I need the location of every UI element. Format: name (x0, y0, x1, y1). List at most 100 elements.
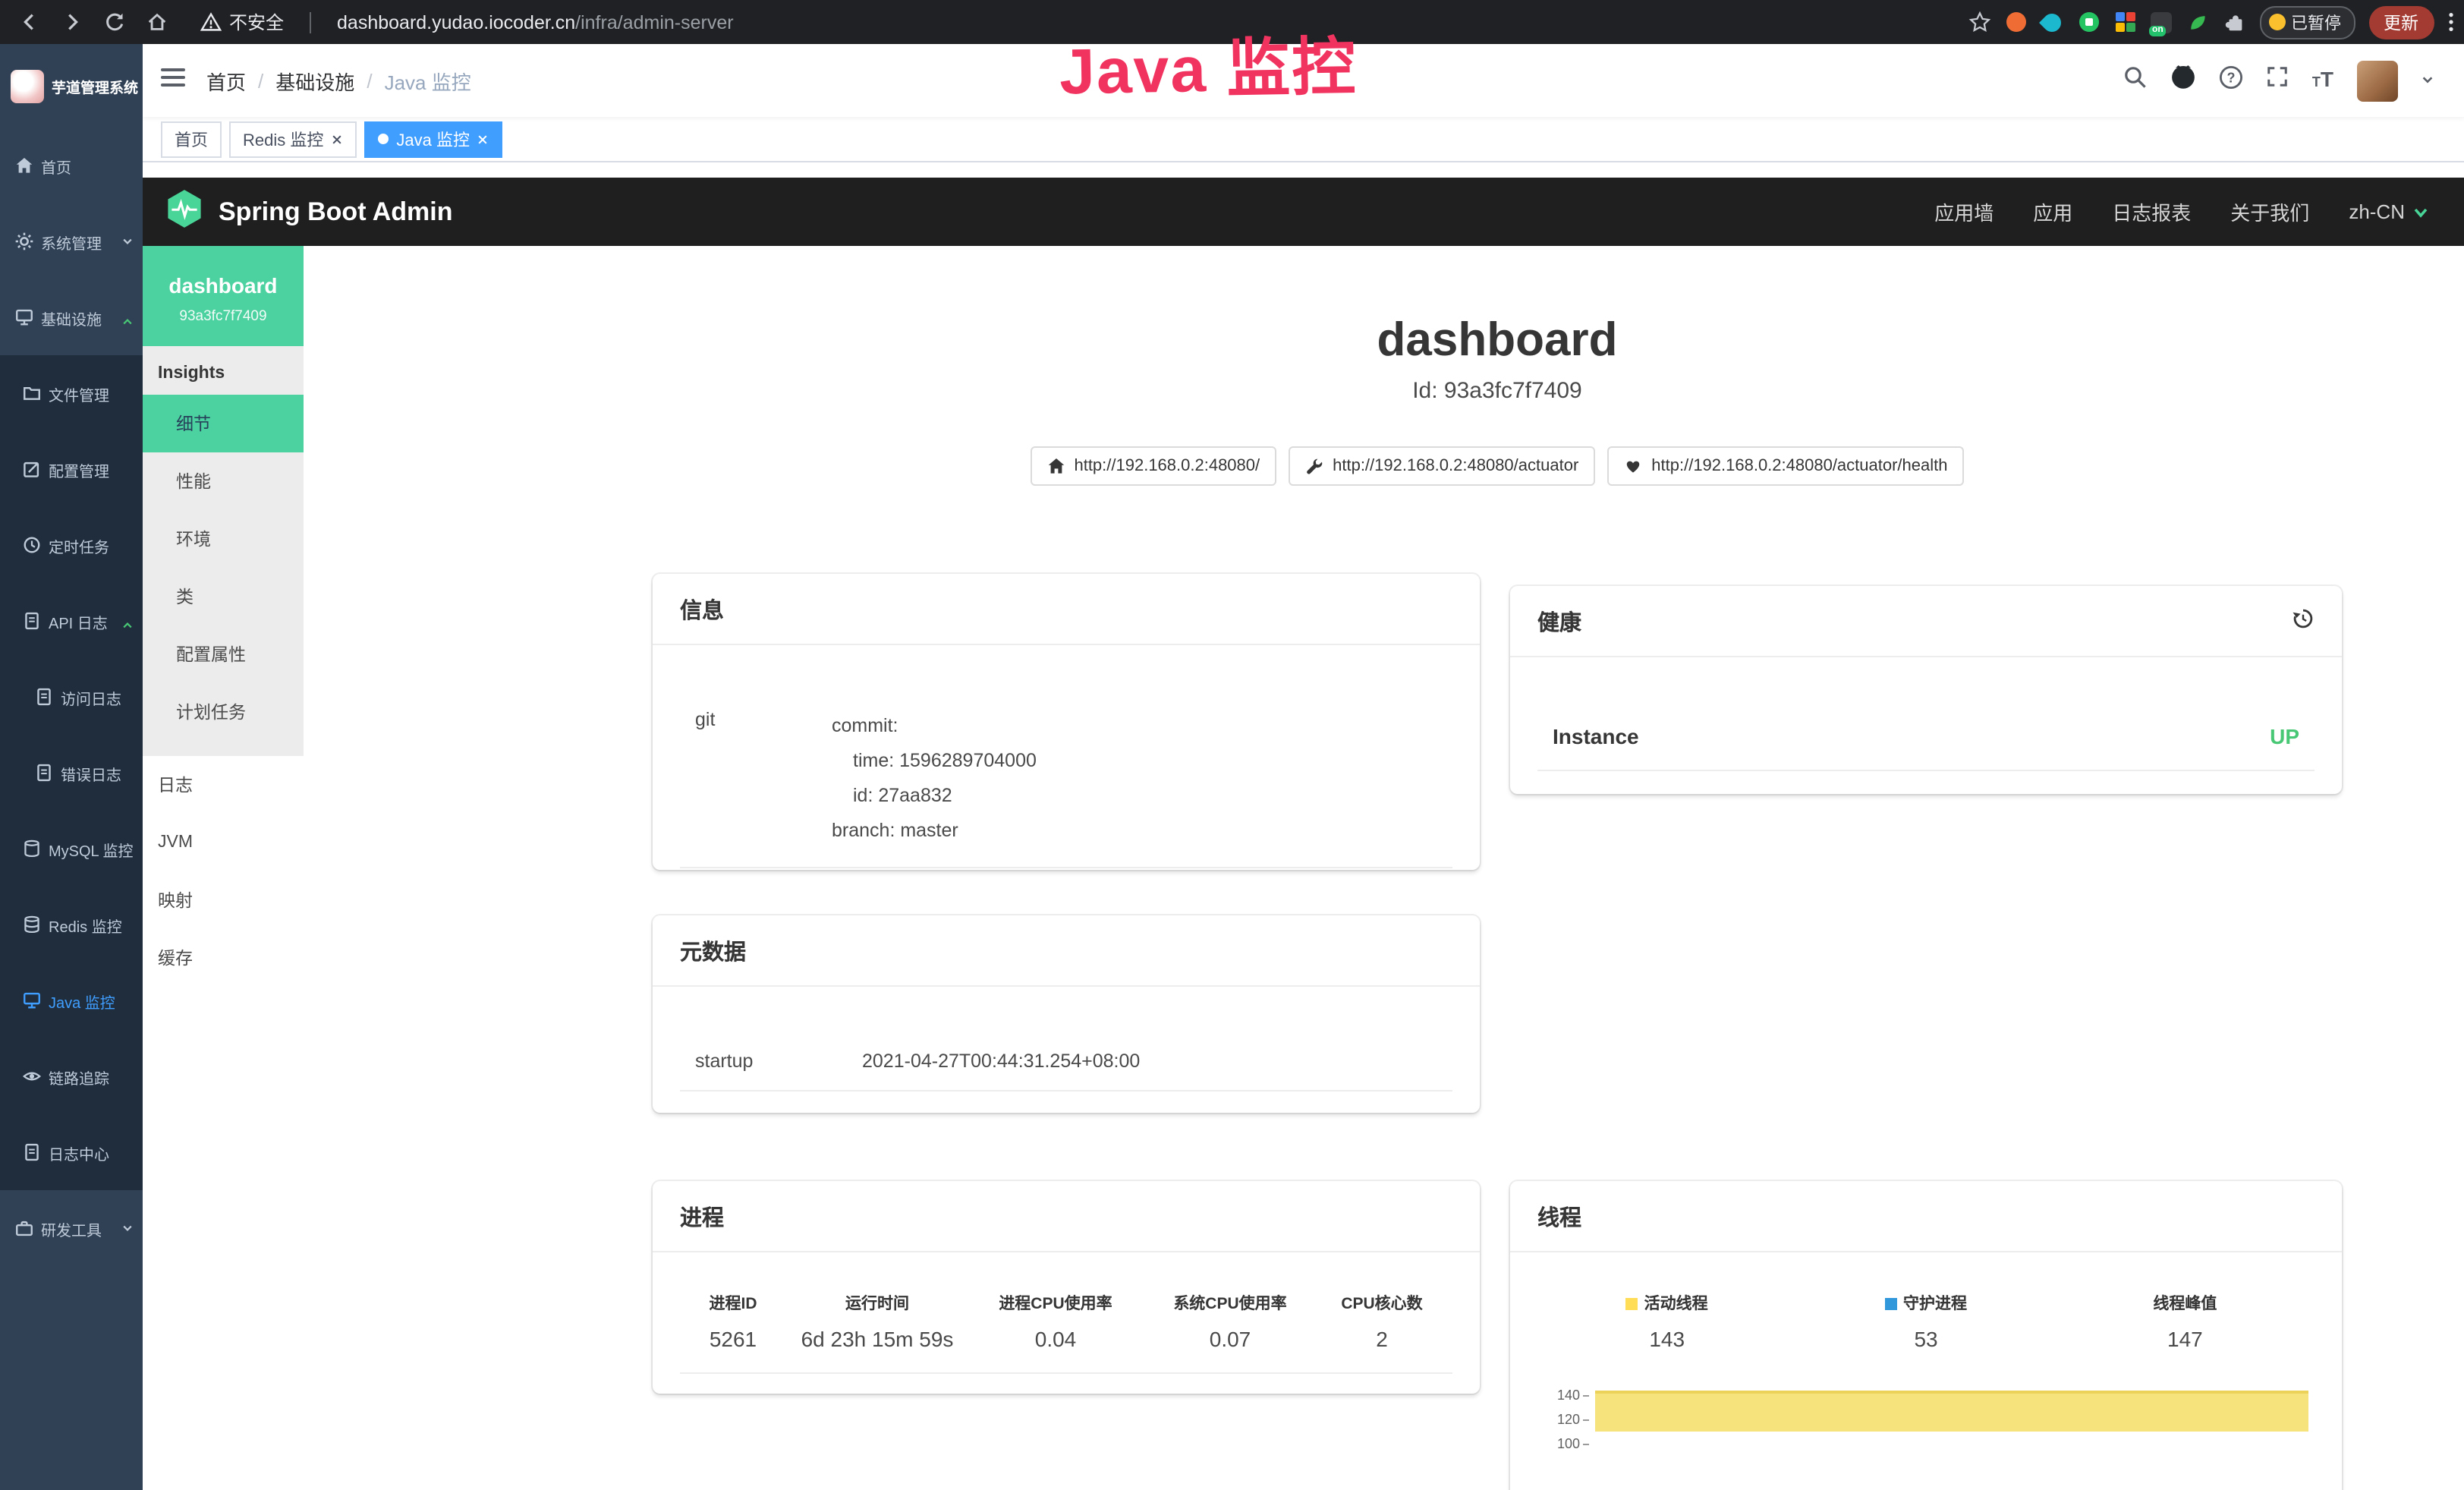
sidebar-item-infrastructure[interactable]: 基础设施 (0, 279, 143, 355)
sba-nav-wallboard[interactable]: 应用墙 (1934, 197, 1994, 226)
paused-chip[interactable]: 已暂停 (2259, 5, 2355, 39)
breadcrumb-current: Java 监控 (385, 66, 471, 95)
monitor-icon (23, 991, 41, 1010)
sidebar-item-access-logs[interactable]: 访问日志 (0, 659, 143, 735)
extension-leaf-icon[interactable] (2186, 11, 2209, 33)
close-icon[interactable] (477, 133, 489, 145)
forward-icon[interactable] (61, 11, 83, 33)
hamburger-icon[interactable] (161, 66, 185, 95)
active-dot (378, 134, 389, 144)
tab-home[interactable]: 首页 (161, 121, 222, 157)
sidebar-item-trace[interactable]: 链路追踪 (0, 1038, 143, 1114)
sba-item-metrics[interactable]: 性能 (143, 452, 304, 510)
sba-nav-about[interactable]: 关于我们 (2230, 197, 2309, 226)
sidebar-item-log-center[interactable]: 日志中心 (0, 1114, 143, 1190)
sidebar-item-system-management[interactable]: 系统管理 (0, 203, 143, 279)
sidebar-item-error-logs[interactable]: 错误日志 (0, 735, 143, 811)
sba-language-select[interactable]: zh-CN (2349, 200, 2428, 223)
y-tick-label: 120 (1557, 1412, 1580, 1427)
chevron-up-icon (121, 311, 134, 328)
sba-item-config-props[interactable]: 配置属性 (143, 625, 304, 683)
service-url-button[interactable]: http://192.168.0.2:48080/ (1030, 446, 1276, 486)
update-button[interactable]: 更新 (2368, 5, 2434, 39)
info-git-row: git commit: time: 1596289704000 id: 27aa… (680, 691, 1452, 868)
security-label: 不安全 (229, 9, 284, 35)
history-icon[interactable] (2292, 607, 2315, 636)
caret-down-icon[interactable] (2420, 67, 2434, 94)
info-value: commit: time: 1596289704000 id: 27aa832 … (832, 709, 1037, 849)
process-table: 进程ID5261 运行时间6d 23h 15m 59s 进程CPU使用率0.04… (680, 1252, 1452, 1374)
sba-item-logs[interactable]: 日志 (143, 756, 304, 814)
address-bar[interactable]: dashboard.yudao.iocoder.cn/infra/admin-s… (337, 11, 734, 33)
sba-item-environment[interactable]: 环境 (143, 510, 304, 568)
extension-grid-icon[interactable] (2113, 11, 2136, 33)
sidebar-item-config-management[interactable]: 配置管理 (0, 431, 143, 507)
extension-green-icon[interactable] (2077, 11, 2100, 33)
sba-nav-applications[interactable]: 应用 (2033, 197, 2072, 226)
sba-item-jvm[interactable]: JVM (143, 814, 304, 871)
sidebar-item-mysql-monitor[interactable]: MySQL 监控 (0, 811, 143, 887)
tab-redis-monitor[interactable]: Redis 监控 (229, 121, 357, 157)
sba-item-scheduled-tasks[interactable]: 计划任务 (143, 683, 304, 741)
tab-java-monitor[interactable]: Java 监控 (364, 121, 503, 157)
service-url: http://192.168.0.2:48080/ (1074, 457, 1260, 475)
github-icon[interactable] (2171, 64, 2197, 97)
breadcrumb-item[interactable]: 基础设施 (275, 66, 354, 95)
sidebar-item-label: 研发工具 (41, 1217, 102, 1240)
extension-on-icon[interactable]: on (2150, 11, 2173, 33)
actuator-url-button[interactable]: http://192.168.0.2:48080/actuator (1289, 446, 1595, 486)
close-icon[interactable] (331, 133, 343, 145)
metadata-card-title: 元数据 (653, 915, 1480, 987)
sba-brand-title[interactable]: Spring Boot Admin (219, 197, 453, 227)
legend-swatch-live (1626, 1297, 1638, 1309)
extension-teal-icon[interactable] (2041, 11, 2063, 33)
reload-icon[interactable] (103, 11, 126, 33)
legend-value: 143 (1537, 1327, 1796, 1351)
document-icon (35, 688, 53, 706)
font-size-icon[interactable]: TT (2312, 67, 2333, 94)
help-icon[interactable]: ? (2220, 65, 2244, 96)
sba-item-caches[interactable]: 缓存 (143, 929, 304, 987)
chevron-down-icon (121, 1222, 134, 1239)
process-value: 0.07 (1143, 1327, 1317, 1351)
svg-text:?: ? (2227, 69, 2236, 84)
sidebar-item-home[interactable]: 首页 (0, 128, 143, 203)
process-card: 进程 进程ID5261 运行时间6d 23h 15m 59s 进程CPU使用率0… (653, 1181, 1480, 1394)
site-security[interactable]: 不安全 (200, 9, 284, 35)
sba-item-details[interactable]: 细节 (143, 395, 304, 452)
database-icon (23, 915, 41, 934)
breadcrumb-item[interactable]: 首页 (206, 66, 246, 95)
sba-app-id: 93a3fc7f7409 (149, 308, 297, 325)
sidebar-item-redis-monitor[interactable]: Redis 监控 (0, 887, 143, 962)
sidebar-item-dev-tools[interactable]: 研发工具 (0, 1190, 143, 1266)
threads-card-title: 线程 (1510, 1181, 2342, 1252)
home-icon[interactable] (146, 11, 168, 33)
extensions-puzzle-icon[interactable] (2223, 11, 2245, 33)
extension-orange-icon[interactable] (2004, 11, 2027, 33)
sba-item-mappings[interactable]: 映射 (143, 871, 304, 929)
chevron-up-icon (121, 615, 134, 632)
back-icon[interactable] (18, 11, 41, 33)
sidebar-item-api-logs[interactable]: API 日志 (0, 583, 143, 659)
sba-logo-icon (164, 187, 205, 236)
app-logo-row[interactable]: 芋道管理系统 (0, 44, 143, 128)
health-url-button[interactable]: http://192.168.0.2:48080/actuator/health (1607, 446, 1964, 486)
sidebar-item-label: 配置管理 (49, 458, 109, 480)
database-icon (23, 840, 41, 858)
bookmark-star-icon[interactable] (1968, 11, 1990, 33)
sidebar-item-java-monitor[interactable]: Java 监控 (0, 962, 143, 1038)
search-icon[interactable] (2124, 65, 2148, 96)
sidebar-item-scheduled-tasks[interactable]: 定时任务 (0, 507, 143, 583)
sba-item-classes[interactable]: 类 (143, 568, 304, 625)
info-card-title: 信息 (653, 574, 1480, 645)
fullscreen-icon[interactable] (2267, 65, 2289, 96)
sba-nav-journal[interactable]: 日志报表 (2112, 197, 2191, 226)
user-avatar[interactable] (2356, 60, 2397, 101)
sidebar-item-label: 首页 (41, 154, 71, 177)
sba-nav: 应用墙 应用 日志报表 关于我们 zh-CN (1934, 197, 2443, 226)
face-icon (2268, 14, 2285, 30)
sba-app-header[interactable]: dashboard 93a3fc7f7409 (143, 246, 304, 346)
metadata-value: 2021-04-27T00:44:31.254+08:00 (862, 1051, 1140, 1072)
browser-menu-icon[interactable] (2447, 11, 2453, 33)
sidebar-item-file-management[interactable]: 文件管理 (0, 355, 143, 431)
